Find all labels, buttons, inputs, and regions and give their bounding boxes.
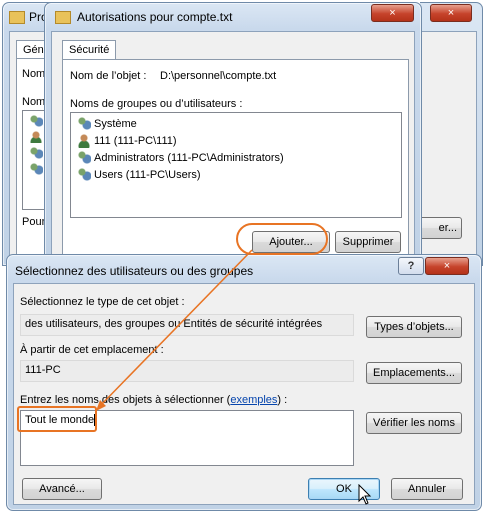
arrow-line [97, 249, 253, 409]
annotation-arrow [96, 249, 253, 411]
mouse-pointer-icon [358, 484, 372, 505]
